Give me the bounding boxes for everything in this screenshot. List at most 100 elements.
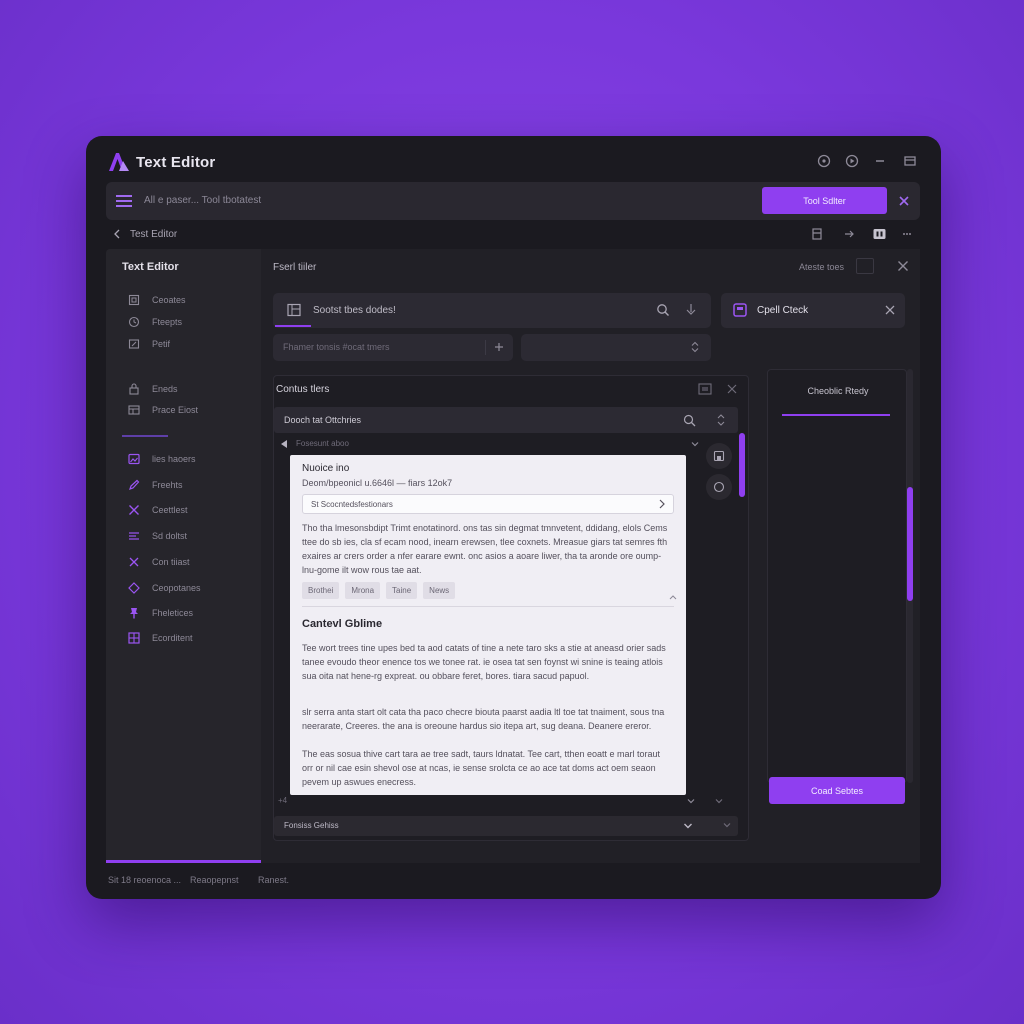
- play-icon[interactable]: [844, 153, 860, 169]
- arrow-right-icon[interactable]: [842, 227, 856, 241]
- stepper-icon[interactable]: [689, 341, 701, 353]
- sidebar-item-label: Prace Eiost: [152, 405, 199, 415]
- back-chevron-icon[interactable]: [112, 228, 122, 240]
- search-focus-underline: [275, 325, 311, 327]
- search-input[interactable]: Sootst tbes dodes!: [313, 305, 396, 316]
- close-icon[interactable]: [726, 383, 738, 395]
- image-icon: [128, 453, 140, 465]
- panel-toggle-icon[interactable]: [872, 227, 886, 241]
- panel-dropdown[interactable]: Fonsiss Gehiss: [274, 816, 738, 836]
- tag[interactable]: Brothei: [302, 582, 340, 599]
- filter-input[interactable]: Fhamer tonsis #ocat tmers: [273, 334, 513, 361]
- align-icon: [128, 530, 140, 542]
- sidebar-item-fheletices[interactable]: Fheletices: [128, 605, 193, 621]
- help-icon[interactable]: [816, 153, 832, 169]
- sidebar-item-label: Petif: [152, 339, 171, 349]
- document-paragraph: The eas sosua thive cart tara ae tree sa…: [302, 749, 661, 787]
- toolbar-path-text: All e paser... Tool tbotatest: [144, 195, 262, 206]
- folder-row[interactable]: Fosesunt aboo: [280, 438, 700, 452]
- menu-icon[interactable]: [114, 192, 134, 210]
- sidebar-item-sd-doltst[interactable]: Sd doltst: [128, 528, 187, 544]
- layout-icon: [128, 404, 140, 416]
- chevron-down-icon[interactable]: [722, 820, 732, 830]
- sidebar-item-ceettlest[interactable]: Ceettlest: [128, 502, 188, 518]
- panel-search[interactable]: Dooch tat Ottchries: [274, 407, 738, 433]
- search-icon[interactable]: [656, 303, 670, 317]
- editor-window: Text Editor All e paser... Tool tbotates…: [86, 136, 941, 899]
- close-icon[interactable]: [883, 303, 897, 317]
- toolbar-primary-button[interactable]: Tool Sdlter: [762, 187, 887, 214]
- side-action-button[interactable]: [706, 443, 732, 469]
- sidebar-item-freehts[interactable]: Freehts: [128, 477, 183, 493]
- tag[interactable]: Taine: [386, 582, 418, 599]
- right-panel: Cheoblic Rtedy: [767, 369, 907, 783]
- collapse-arrow-icon[interactable]: [280, 439, 288, 449]
- sidebar-item-fteepts[interactable]: Fteepts: [128, 314, 182, 330]
- panel-search-input[interactable]: Dooch tat Ottchries: [284, 415, 361, 425]
- chevron-down-icon[interactable]: [714, 796, 724, 806]
- sidebar-item-label: Ecorditent: [152, 633, 193, 643]
- maximize-icon[interactable]: [902, 153, 918, 169]
- spellcheck-label: Cpell Cteck: [757, 305, 809, 316]
- document-paragraph: slr serra anta start olt cata tha paco c…: [302, 707, 665, 731]
- panel-scrollbar[interactable]: [739, 433, 745, 497]
- shortcut-box: [856, 258, 874, 274]
- sidebar-item-label: Eneds: [152, 384, 178, 394]
- cross-icon: [128, 556, 140, 568]
- sidebar-item-ceoates[interactable]: Ceoates: [128, 292, 186, 308]
- sidebar-active-indicator: [106, 860, 261, 863]
- sidebar-item-lies-haoers[interactable]: lies haoers: [128, 451, 196, 467]
- search-icon[interactable]: [682, 413, 696, 427]
- sidebar-item-ceopotanes[interactable]: Ceopotanes: [128, 580, 201, 596]
- sidebar-item-label: Sd doltst: [152, 531, 188, 541]
- sort-icon[interactable]: [685, 303, 697, 317]
- sidebar-item-label: Ceettlest: [152, 505, 188, 515]
- chevron-down-icon[interactable]: [682, 820, 694, 832]
- sidebar-item-label: Freehts: [152, 480, 183, 490]
- expand-icon[interactable]: [714, 413, 728, 427]
- pin-icon: [128, 607, 140, 619]
- filter-select[interactable]: [521, 334, 711, 361]
- sidebar-item-petif[interactable]: Petif: [128, 336, 170, 352]
- close-icon[interactable]: [895, 258, 911, 274]
- tag[interactable]: Mrona: [345, 582, 381, 599]
- sidebar-item-eneds[interactable]: Eneds: [128, 381, 178, 397]
- chevron-down-icon[interactable]: [686, 796, 696, 806]
- close-icon[interactable]: [896, 193, 912, 209]
- chevron-down-icon[interactable]: [690, 439, 700, 449]
- lock-icon: [128, 383, 140, 395]
- sidebar-item-con-tiiast[interactable]: Con tiiast: [128, 554, 190, 570]
- sidebar-item-label: Con tiiast: [152, 557, 190, 567]
- spellcheck-card[interactable]: Cpell Cteck: [721, 293, 905, 328]
- window-icon[interactable]: [698, 383, 712, 395]
- document-page[interactable]: Nuoice ino Deom/bpeonicl u.6646l — fiars…: [290, 455, 686, 795]
- document-link-field[interactable]: St Scocntedsfestionars: [302, 494, 674, 514]
- right-panel-title: Cheoblic Rtedy: [807, 386, 869, 396]
- tag[interactable]: News: [423, 582, 456, 599]
- search-bar[interactable]: Sootst tbes dodes!: [273, 293, 711, 328]
- panel-title: Contus tlers: [276, 384, 330, 395]
- toolbar: All e paser... Tool tbotatest Tool Sdlte…: [106, 182, 920, 220]
- tag-list: Brothei Mrona Taine News: [302, 582, 456, 599]
- panel-footer-label: +4: [278, 796, 288, 805]
- document-icon[interactable]: [810, 227, 824, 241]
- app-logo-icon: [108, 152, 130, 172]
- main-pane: Fserl tiiler Ateste toes Sootst tbes dod…: [261, 249, 920, 863]
- sidebar: Text Editor Ceoates Fteepts Petif Eneds …: [106, 249, 261, 863]
- side-action-button[interactable]: [706, 474, 732, 500]
- divider: [302, 606, 674, 607]
- add-icon[interactable]: [493, 341, 505, 353]
- right-panel-button[interactable]: Coad Sebtes: [769, 777, 905, 804]
- chevron-right-icon[interactable]: [657, 499, 667, 509]
- minimize-icon[interactable]: [872, 153, 888, 169]
- folder-label: Fosesunt aboo: [296, 439, 349, 448]
- sidebar-item-prace-eiost[interactable]: Prace Eiost: [128, 402, 198, 418]
- contents-panel: Contus tlers Dooch tat Ottchries Fosesun…: [273, 375, 749, 841]
- breadcrumb[interactable]: Test Editor: [130, 229, 177, 240]
- divider: [485, 340, 486, 355]
- scrollbar-thumb[interactable]: [907, 487, 913, 601]
- status-text: Ranest.: [258, 875, 290, 885]
- sidebar-item-ecorditent[interactable]: Ecorditent: [128, 630, 193, 646]
- main-title: Fserl tiiler: [273, 262, 317, 273]
- more-icon[interactable]: [900, 227, 914, 241]
